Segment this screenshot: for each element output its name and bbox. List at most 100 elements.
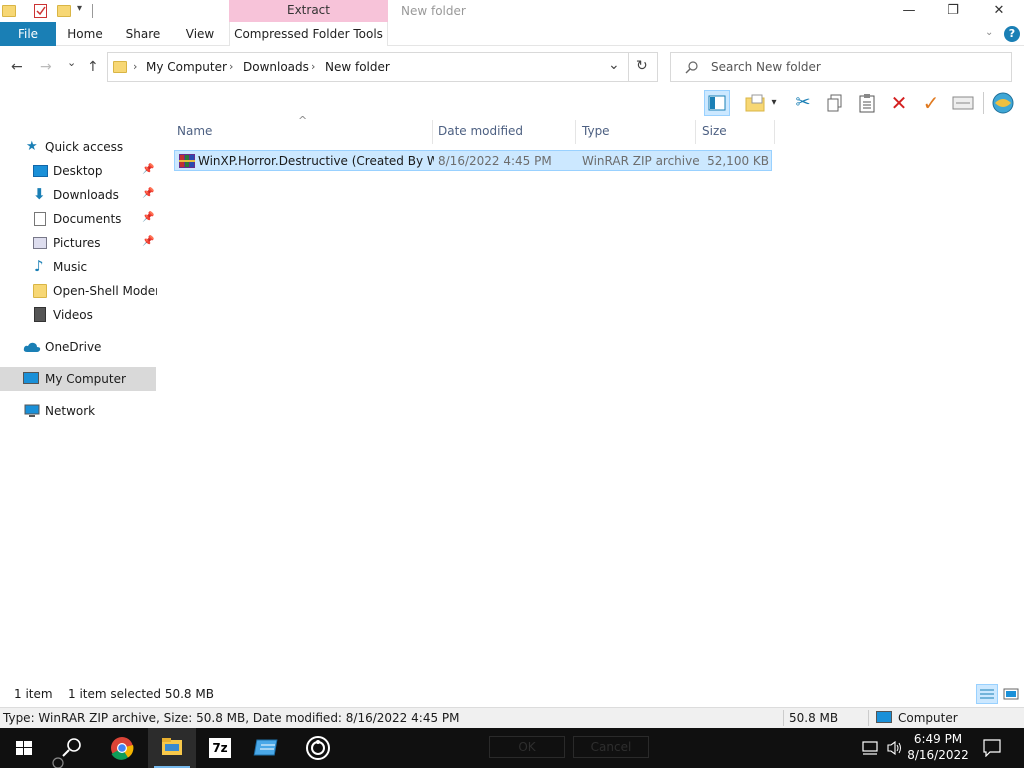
cut-icon[interactable]: ✂ xyxy=(790,90,816,116)
cloud-icon xyxy=(23,342,41,356)
nav-item-open-shell-modern[interactable]: Open-Shell Modern xyxy=(0,280,157,302)
search-placeholder: Search New folder xyxy=(711,60,821,74)
details-divider xyxy=(783,710,784,726)
column-separator[interactable] xyxy=(575,120,576,144)
column-header-name[interactable]: Name xyxy=(177,124,212,138)
breadcrumb-separator[interactable]: › xyxy=(133,60,137,73)
title-bar: ▾ Extract New folder — ❐ ✕ xyxy=(0,0,1024,22)
column-header-size[interactable]: Size xyxy=(702,124,727,138)
ribbon-collapse-icon[interactable]: ⌄ xyxy=(985,27,993,38)
column-separator[interactable] xyxy=(432,120,433,144)
sort-ascending-icon: ^ xyxy=(298,114,308,127)
clock-time: 6:49 PM xyxy=(913,732,963,746)
up-button[interactable]: ↑ xyxy=(87,59,99,75)
address-divider xyxy=(628,53,629,81)
properties-icon[interactable] xyxy=(34,4,47,18)
pin-icon[interactable]: 📌 xyxy=(142,188,154,199)
nav-item-desktop[interactable]: Desktop 📌 xyxy=(0,160,156,182)
email-icon[interactable] xyxy=(950,90,976,116)
breadcrumb-new-folder[interactable]: New folder xyxy=(325,60,390,74)
breadcrumb-separator[interactable]: › xyxy=(311,60,315,73)
details-bar: Type: WinRAR ZIP archive, Size: 50.8 MB,… xyxy=(0,707,1024,728)
folder-icon xyxy=(33,284,47,298)
ribbon-tabs: File Home Share View Compressed Folder T… xyxy=(0,22,1024,46)
picture-icon xyxy=(33,237,47,249)
clock-date: 8/16/2022 xyxy=(907,748,969,762)
file-size: 52,100 KB xyxy=(707,154,769,168)
column-separator[interactable] xyxy=(695,120,696,144)
winrar-archive-icon xyxy=(179,153,195,172)
network-tray-icon[interactable] xyxy=(862,740,880,759)
search-icon[interactable] xyxy=(48,728,96,769)
close-button[interactable]: ✕ xyxy=(976,0,1022,22)
breadcrumb-my-computer[interactable]: My Computer xyxy=(146,60,227,74)
chrome-icon[interactable] xyxy=(98,728,146,768)
nav-item-quick-access[interactable]: ★ Quick access xyxy=(0,136,156,158)
minimize-button[interactable]: — xyxy=(886,0,932,22)
breadcrumb-separator[interactable]: › xyxy=(229,60,233,73)
help-icon[interactable]: ? xyxy=(1004,26,1020,42)
folder-options-icon[interactable] xyxy=(742,90,768,116)
refresh-button[interactable]: ↻ xyxy=(636,58,648,74)
status-selection: 1 item selected 50.8 MB xyxy=(68,687,214,701)
column-header-date-modified[interactable]: Date modified xyxy=(438,124,523,138)
paste-icon[interactable] xyxy=(854,90,880,116)
new-folder-icon[interactable] xyxy=(57,5,71,17)
forward-button[interactable]: → xyxy=(40,59,52,75)
pin-icon[interactable]: 📌 xyxy=(142,212,154,223)
nav-item-network[interactable]: Network xyxy=(0,400,156,422)
pin-icon[interactable]: 📌 xyxy=(142,236,154,247)
nav-item-downloads[interactable]: ⬇ Downloads 📌 xyxy=(0,184,156,206)
start-button[interactable] xyxy=(0,728,48,768)
column-header-row: ^ Name Date modified Type Size xyxy=(170,114,775,144)
file-type: WinRAR ZIP archive xyxy=(582,154,700,168)
control-panel-icon[interactable] xyxy=(245,728,293,768)
details-view-button[interactable] xyxy=(976,684,998,704)
back-button[interactable]: ← xyxy=(11,59,23,75)
properties-check-icon[interactable]: ✓ xyxy=(918,90,944,116)
file-explorer-icon[interactable] xyxy=(148,728,196,768)
network-icon xyxy=(24,404,40,418)
obs-icon[interactable] xyxy=(294,728,342,768)
tab-compressed-folder-tools[interactable]: Compressed Folder Tools xyxy=(229,22,388,46)
system-clock[interactable]: 6:49 PM 8/16/2022 xyxy=(898,731,978,763)
breadcrumb-downloads[interactable]: Downloads xyxy=(243,60,309,74)
status-bar: 1 item 1 item selected 50.8 MB xyxy=(0,684,1024,706)
folder-options-dropdown-icon[interactable]: ▾ xyxy=(768,90,780,116)
address-dropdown-icon[interactable]: ⌄ xyxy=(608,57,620,73)
nav-item-documents[interactable]: Documents 📌 xyxy=(0,208,156,230)
delete-icon[interactable]: ✕ xyxy=(886,90,912,116)
nav-item-onedrive[interactable]: OneDrive xyxy=(0,336,156,358)
tab-home[interactable]: Home xyxy=(62,22,108,46)
file-list: ^ Name Date modified Type Size WinXP.Hor… xyxy=(170,114,1024,680)
pin-icon[interactable]: 📌 xyxy=(142,164,154,175)
nav-item-music[interactable]: ♪ Music xyxy=(0,256,156,278)
column-header-type[interactable]: Type xyxy=(582,124,610,138)
address-bar[interactable]: › My Computer › Downloads › New folder ⌄… xyxy=(107,52,658,82)
shell-globe-icon[interactable] xyxy=(990,90,1016,116)
ghost-cancel-button: Cancel xyxy=(573,736,649,758)
nav-item-pictures[interactable]: Pictures 📌 xyxy=(0,232,156,254)
file-row[interactable]: WinXP.Horror.Destructive (Created By W..… xyxy=(174,150,772,171)
search-box[interactable]: Search New folder xyxy=(670,52,1012,82)
desktop-icon xyxy=(33,165,48,177)
tab-share[interactable]: Share xyxy=(120,22,166,46)
video-icon xyxy=(34,307,46,322)
tab-file[interactable]: File xyxy=(0,22,56,46)
navigation-pane: ★ Quick access Desktop 📌 ⬇ Downloads 📌 D… xyxy=(0,120,158,680)
column-separator[interactable] xyxy=(774,120,775,144)
nav-item-my-computer[interactable]: My Computer xyxy=(0,367,156,391)
nav-item-videos[interactable]: Videos xyxy=(0,304,156,326)
recent-locations-button[interactable]: ⌄ xyxy=(67,56,76,69)
notification-center-icon[interactable] xyxy=(983,739,1001,760)
taskbar: 7z OK Cancel 6:49 PM 8/16/2022 xyxy=(0,728,1024,769)
search-icon xyxy=(685,60,699,77)
copy-icon[interactable] xyxy=(822,90,848,116)
maximize-button[interactable]: ❐ xyxy=(930,0,976,22)
navigation-pane-toggle-icon[interactable] xyxy=(704,90,730,116)
computer-icon xyxy=(23,372,39,384)
seven-zip-icon[interactable]: 7z xyxy=(196,728,244,768)
qat-dropdown-icon[interactable]: ▾ xyxy=(77,3,82,14)
tab-view[interactable]: View xyxy=(178,22,222,46)
large-icons-view-button[interactable] xyxy=(1000,684,1022,704)
